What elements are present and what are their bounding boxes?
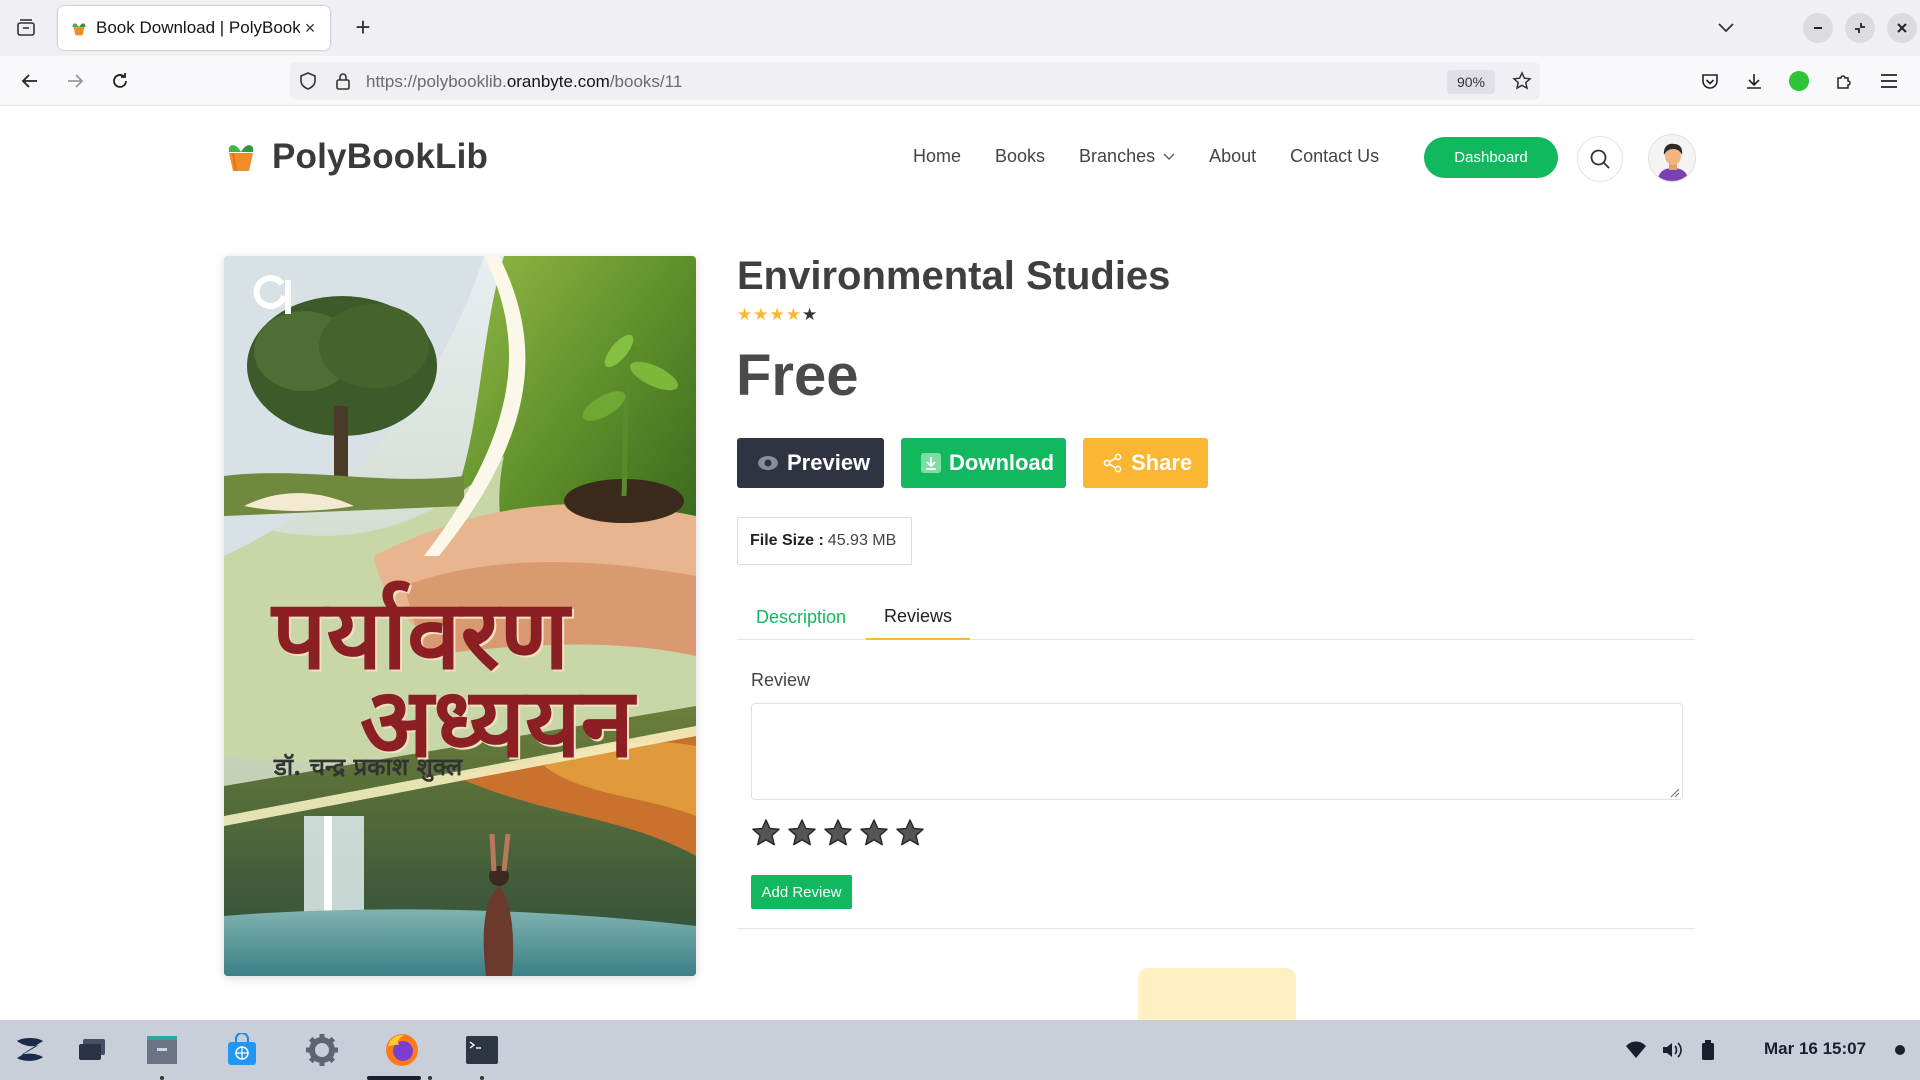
tab-title: Book Download | PolyBookLib bbox=[96, 18, 300, 37]
chevron-down-icon bbox=[1163, 152, 1175, 160]
logo-mark-icon bbox=[228, 145, 254, 172]
cover-author: डॉ. चन्द्र प्रकाश शुक्ल bbox=[274, 752, 463, 781]
os-taskbar: Mar 16 15:07 bbox=[0, 1020, 1920, 1080]
file-size-box: File Size : 45.93 MB bbox=[737, 517, 912, 565]
bookmark-star-icon[interactable] bbox=[1512, 71, 1532, 91]
rating-star-1-icon[interactable] bbox=[751, 818, 781, 848]
search-icon bbox=[1590, 149, 1610, 169]
nav-about[interactable]: About bbox=[1209, 146, 1256, 167]
share-button[interactable]: Share bbox=[1083, 438, 1208, 488]
download-icon bbox=[921, 453, 941, 473]
rating-star-4-icon[interactable] bbox=[859, 818, 889, 848]
rating-star-2-icon[interactable] bbox=[787, 818, 817, 848]
tab-close-icon[interactable]: × bbox=[300, 18, 320, 38]
resize-grip-icon[interactable] bbox=[1668, 786, 1680, 798]
rating-star-3-icon[interactable] bbox=[823, 818, 853, 848]
browser-nav-bar: https://polybooklib.oranbyte.com/books/1… bbox=[0, 56, 1920, 106]
section-divider bbox=[737, 928, 1695, 929]
workspaces-icon[interactable] bbox=[74, 1032, 110, 1068]
book-tabs: Description Reviews bbox=[737, 594, 1695, 640]
system-menu-icon[interactable] bbox=[12, 1032, 48, 1068]
software-store-icon[interactable] bbox=[224, 1032, 260, 1068]
star-filled-icon: ★ bbox=[785, 305, 801, 324]
book-rating-stars: ★ ★ ★ ★ ★ bbox=[737, 306, 818, 323]
tab-reviews[interactable]: Reviews bbox=[866, 594, 970, 640]
address-bar[interactable]: https://polybooklib.oranbyte.com/books/1… bbox=[290, 62, 1540, 100]
terminal-icon[interactable] bbox=[464, 1032, 500, 1068]
search-button[interactable] bbox=[1577, 136, 1623, 182]
download-button[interactable]: Download bbox=[901, 438, 1066, 488]
browser-tab-active[interactable]: Book Download | PolyBookLib × bbox=[58, 6, 330, 50]
site-logo[interactable]: PolyBookLib bbox=[224, 137, 488, 177]
extension-status-icon[interactable] bbox=[1784, 66, 1814, 96]
extensions-puzzle-icon[interactable] bbox=[1829, 66, 1859, 96]
firefox-browser-icon[interactable] bbox=[384, 1032, 420, 1068]
review-label: Review bbox=[751, 670, 811, 690]
tab-description[interactable]: Description bbox=[737, 594, 865, 640]
dashboard-button[interactable]: Dashboard bbox=[1424, 137, 1558, 178]
preview-button[interactable]: Preview bbox=[737, 438, 884, 488]
restore-window-icon[interactable] bbox=[1845, 13, 1875, 43]
site-favicon-icon bbox=[72, 23, 86, 36]
lock-icon[interactable] bbox=[334, 71, 352, 91]
file-size-label: File Size : bbox=[750, 532, 824, 549]
taskbar-clock[interactable]: Mar 16 15:07 bbox=[1764, 1039, 1866, 1059]
volume-icon[interactable] bbox=[1660, 1038, 1684, 1062]
battery-icon[interactable] bbox=[1696, 1038, 1720, 1062]
star-empty-icon: ★ bbox=[802, 305, 818, 324]
book-actions: Preview Download Share bbox=[737, 438, 1225, 488]
notification-dot-icon[interactable] bbox=[1888, 1038, 1912, 1062]
star-filled-icon: ★ bbox=[753, 305, 769, 324]
main-navigation: Home Books Branches About Contact Us bbox=[913, 146, 1413, 167]
preview-label: Preview bbox=[787, 450, 871, 475]
related-card-partial bbox=[1138, 968, 1296, 1020]
add-review-button[interactable]: Add Review bbox=[751, 875, 852, 909]
pocket-icon[interactable] bbox=[1695, 66, 1725, 96]
nav-contact[interactable]: Contact Us bbox=[1290, 146, 1379, 167]
file-manager-icon[interactable] bbox=[144, 1032, 180, 1068]
wifi-icon[interactable] bbox=[1624, 1038, 1648, 1062]
firefox-running-indicator bbox=[428, 1076, 432, 1080]
share-icon bbox=[1103, 453, 1122, 473]
reload-icon[interactable] bbox=[105, 66, 135, 96]
user-avatar[interactable] bbox=[1648, 134, 1696, 182]
rating-star-5-icon[interactable] bbox=[895, 818, 925, 848]
file-size-value: 45.93 MB bbox=[827, 532, 897, 549]
book-title: Environmental Studies bbox=[737, 254, 1171, 298]
site-name: PolyBookLib bbox=[272, 137, 489, 176]
file-manager-running-indicator bbox=[160, 1076, 164, 1080]
nav-home[interactable]: Home bbox=[913, 146, 961, 167]
tab-list-icon[interactable] bbox=[12, 14, 40, 42]
tab-overflow-chevron-icon[interactable] bbox=[1712, 14, 1740, 42]
minimize-window-icon[interactable] bbox=[1803, 13, 1833, 43]
eye-icon bbox=[758, 456, 778, 470]
review-star-rating bbox=[751, 818, 931, 848]
nav-branches[interactable]: Branches bbox=[1079, 146, 1175, 167]
back-arrow-icon[interactable] bbox=[15, 66, 45, 96]
star-filled-icon: ★ bbox=[737, 305, 753, 324]
url-text[interactable]: https://polybooklib.oranbyte.com/books/1… bbox=[366, 72, 682, 92]
zoom-level-badge[interactable]: 90% bbox=[1447, 70, 1495, 94]
book-cover-image: पर्यावरण अध्ययन डॉ. चन्द्र प्रकाश शुक्ल bbox=[224, 256, 696, 976]
share-label: Share bbox=[1131, 450, 1193, 475]
review-textarea[interactable] bbox=[751, 703, 1683, 800]
forward-arrow-icon[interactable] bbox=[60, 66, 90, 96]
star-filled-icon: ★ bbox=[769, 305, 785, 324]
close-window-icon[interactable] bbox=[1887, 13, 1917, 43]
terminal-running-indicator bbox=[480, 1076, 484, 1080]
download-label: Download bbox=[949, 450, 1055, 475]
new-tab-button[interactable]: + bbox=[348, 12, 378, 42]
downloads-icon[interactable] bbox=[1739, 66, 1769, 96]
tracking-shield-icon[interactable] bbox=[298, 71, 318, 91]
nav-books[interactable]: Books bbox=[995, 146, 1045, 167]
app-menu-icon[interactable] bbox=[1874, 66, 1904, 96]
settings-gear-icon[interactable] bbox=[304, 1032, 340, 1068]
firefox-active-indicator bbox=[367, 1076, 421, 1080]
browser-tab-bar: Book Download | PolyBookLib × + bbox=[0, 0, 1920, 56]
book-price: Free bbox=[736, 343, 859, 408]
nav-branches-label: Branches bbox=[1079, 146, 1156, 166]
